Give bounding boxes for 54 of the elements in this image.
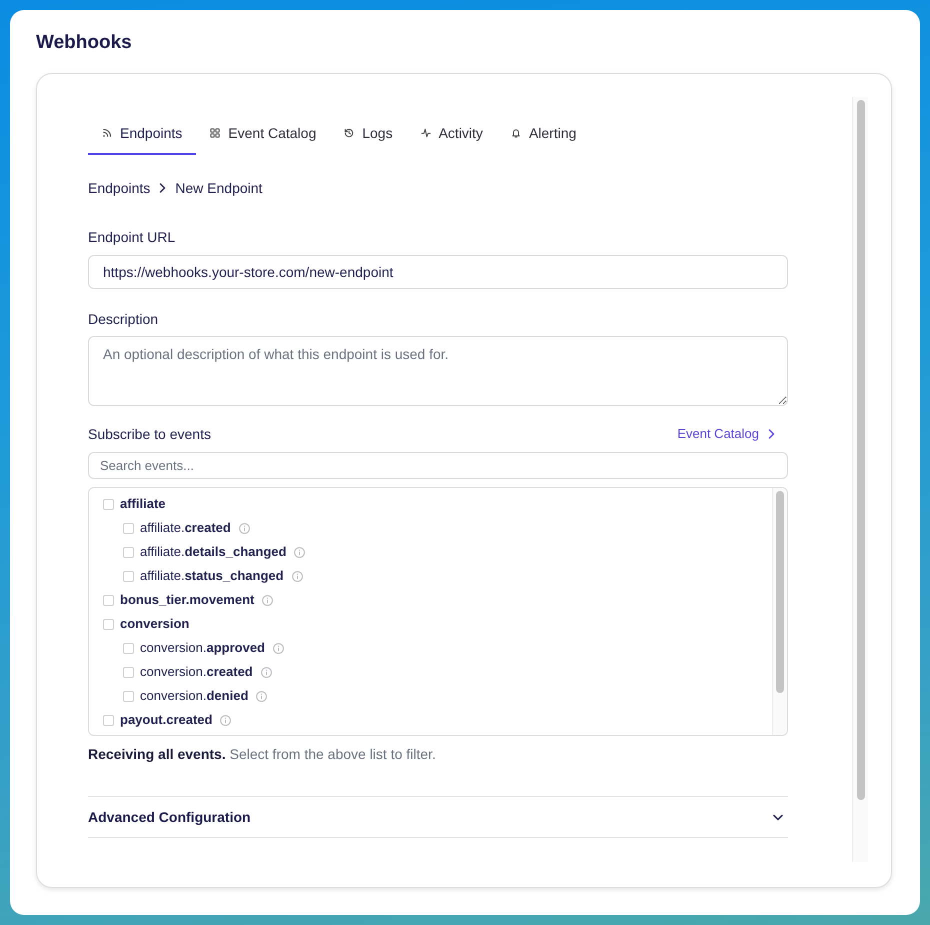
info-icon [262,594,274,606]
event-catalog-link[interactable]: Event Catalog [677,425,788,443]
info-icon [260,666,272,678]
checkbox[interactable] [103,618,114,630]
scrollbar-thumb[interactable] [857,100,865,800]
rss-icon [102,128,112,138]
event-name: affiliate.status_changed [140,568,284,584]
info-icon [292,570,303,582]
bell-icon [510,128,521,138]
breadcrumb-current: New Endpoint [175,179,262,198]
event-name: affiliate.details_changed [140,544,286,560]
event-name: bonus_tier.movement [120,592,254,608]
info-icon [220,714,232,726]
event-name: conversion.denied [140,688,248,704]
url-input[interactable]: https://webhooks.your-store.com/new-endpoint [88,255,788,289]
search-field[interactable]: Search events... [88,452,788,479]
info-icon [256,690,268,702]
page-title: Webhooks [36,32,132,54]
field-label: Description [88,310,158,329]
event-name: affiliate.created [140,520,231,536]
checkbox[interactable] [123,546,134,558]
section-label: Subscribe to events [88,425,211,444]
checkbox[interactable] [123,570,134,582]
pulse-icon [420,128,431,138]
tab[interactable]: Logs [330,113,407,155]
event-name: conversion.approved [140,640,265,656]
advanced-configuration-toggle[interactable]: Advanced Configuration [88,796,788,838]
checkbox[interactable] [123,690,134,702]
tab[interactable]: Alerting [496,113,590,155]
description-textarea[interactable]: An optional description of what this endpoint is used for. [88,336,788,406]
filter-hint: Receiving all events. Select from the above list to filter. [88,745,436,764]
event-name: conversion.created [140,664,253,680]
history-icon [344,128,354,138]
info-icon [238,522,250,534]
scrollbar-thumb[interactable] [776,491,784,693]
checkbox[interactable] [103,714,114,726]
event-name: affiliate [120,496,166,512]
tab[interactable]: Event Catalog [196,113,330,155]
info-icon [273,642,284,654]
checkbox[interactable] [123,666,134,678]
event-name: payout.created [120,712,212,728]
field-label: Endpoint URL [88,228,176,247]
tab[interactable]: Endpoints [88,113,196,155]
info-icon [294,546,306,558]
checkbox[interactable] [103,594,114,606]
breadcrumb-link[interactable]: Endpoints [88,178,150,198]
checkbox[interactable] [103,498,114,510]
chevron-right-icon [768,429,775,439]
checkbox[interactable] [123,642,134,654]
checkbox[interactable] [123,522,134,534]
grid-icon [210,128,220,138]
tab[interactable]: Activity [406,113,497,155]
event-name: conversion [120,616,190,632]
chevron-right-icon [159,183,166,193]
